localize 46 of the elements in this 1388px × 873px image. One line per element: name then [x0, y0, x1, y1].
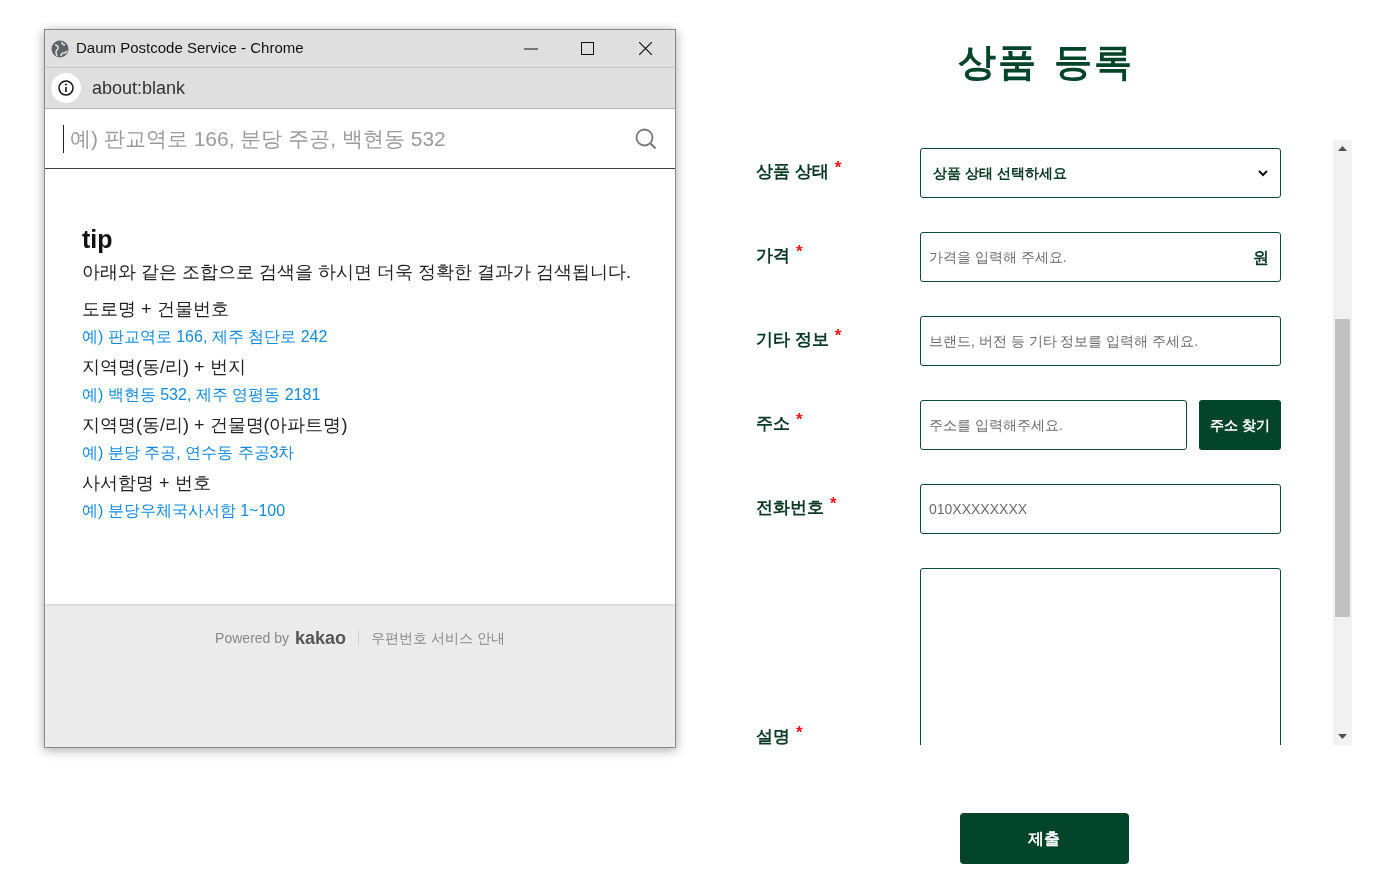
address-input-field[interactable]: 주소를 입력해주세요. — [920, 400, 1187, 450]
tip-intro: 아래와 같은 조합으로 검색을 하시면 더욱 정확한 결과가 검색됩니다. — [82, 261, 632, 284]
minimize-icon[interactable] — [524, 47, 538, 50]
required-asterisk: * — [830, 495, 837, 514]
scrollbar-thumb[interactable] — [1335, 318, 1350, 617]
currency-unit: 원 — [1253, 248, 1269, 268]
text-input-field[interactable]: 010XXXXXXXX — [920, 484, 1281, 534]
field-label: 상품 상태 — [756, 161, 829, 184]
required-asterisk: * — [796, 724, 803, 743]
required-asterisk: * — [796, 243, 803, 262]
field-label: 주소 — [756, 413, 790, 436]
search-example: 예) 분당우체국사서함 1~100 — [82, 501, 287, 521]
submit-button[interactable]: 제출 — [959, 813, 1129, 864]
search-type-label: 사서함명 + 번호 — [82, 472, 212, 495]
info-icon[interactable] — [51, 73, 81, 103]
search-field[interactable]: 예) 판교역로 166, 분당 주공, 백현동 532 — [64, 109, 635, 168]
page-title: 상품 등록 — [957, 39, 1135, 86]
find-address-button[interactable]: 주소 찾기 — [1199, 400, 1281, 450]
search-example: 예) 백현동 532, 제주 영평동 2181 — [82, 385, 322, 405]
tip-heading: tip — [82, 225, 114, 253]
scroll-down-arrow-icon[interactable] — [1338, 734, 1347, 739]
scroll-up-arrow-icon[interactable] — [1338, 146, 1347, 151]
search-example: 예) 판교역로 166, 제주 첨단로 242 — [82, 327, 329, 347]
field-label: 전화번호 — [756, 497, 824, 520]
powered-by-text: Powered by — [215, 628, 290, 648]
text-input-field[interactable]: 브랜드, 버전 등 기타 정보를 입력해 주세요. — [920, 316, 1281, 366]
close-icon[interactable] — [639, 42, 652, 55]
chevron-down-icon — [1258, 169, 1268, 177]
search-type-label: 지역명(동/리) + 번지 — [82, 356, 247, 379]
search-type-label: 도로명 + 건물번호 — [82, 298, 230, 321]
required-asterisk: * — [796, 411, 803, 430]
search-icon[interactable] — [635, 127, 657, 150]
field-label: 기타 정보 — [756, 329, 829, 352]
maximize-icon[interactable] — [581, 42, 594, 55]
search-type-label: 지역명(동/리) + 건물명(아파트명) — [82, 414, 349, 437]
status-select[interactable]: 상품 상태 선택하세요 — [920, 148, 1281, 198]
url-text: about:blank — [92, 76, 186, 100]
window-title: Daum Postcode Service - Chrome — [76, 38, 305, 59]
required-asterisk: * — [834, 327, 842, 346]
field-label: 가격 — [756, 245, 790, 268]
globe-icon — [51, 39, 69, 58]
search-example: 예) 분당 주공, 연수동 주공3차 — [82, 443, 296, 463]
scrollbar[interactable] — [1333, 140, 1352, 745]
kakao-logo: kakao — [295, 626, 347, 650]
required-asterisk: * — [834, 159, 842, 178]
field-label: 설명 — [756, 726, 790, 745]
